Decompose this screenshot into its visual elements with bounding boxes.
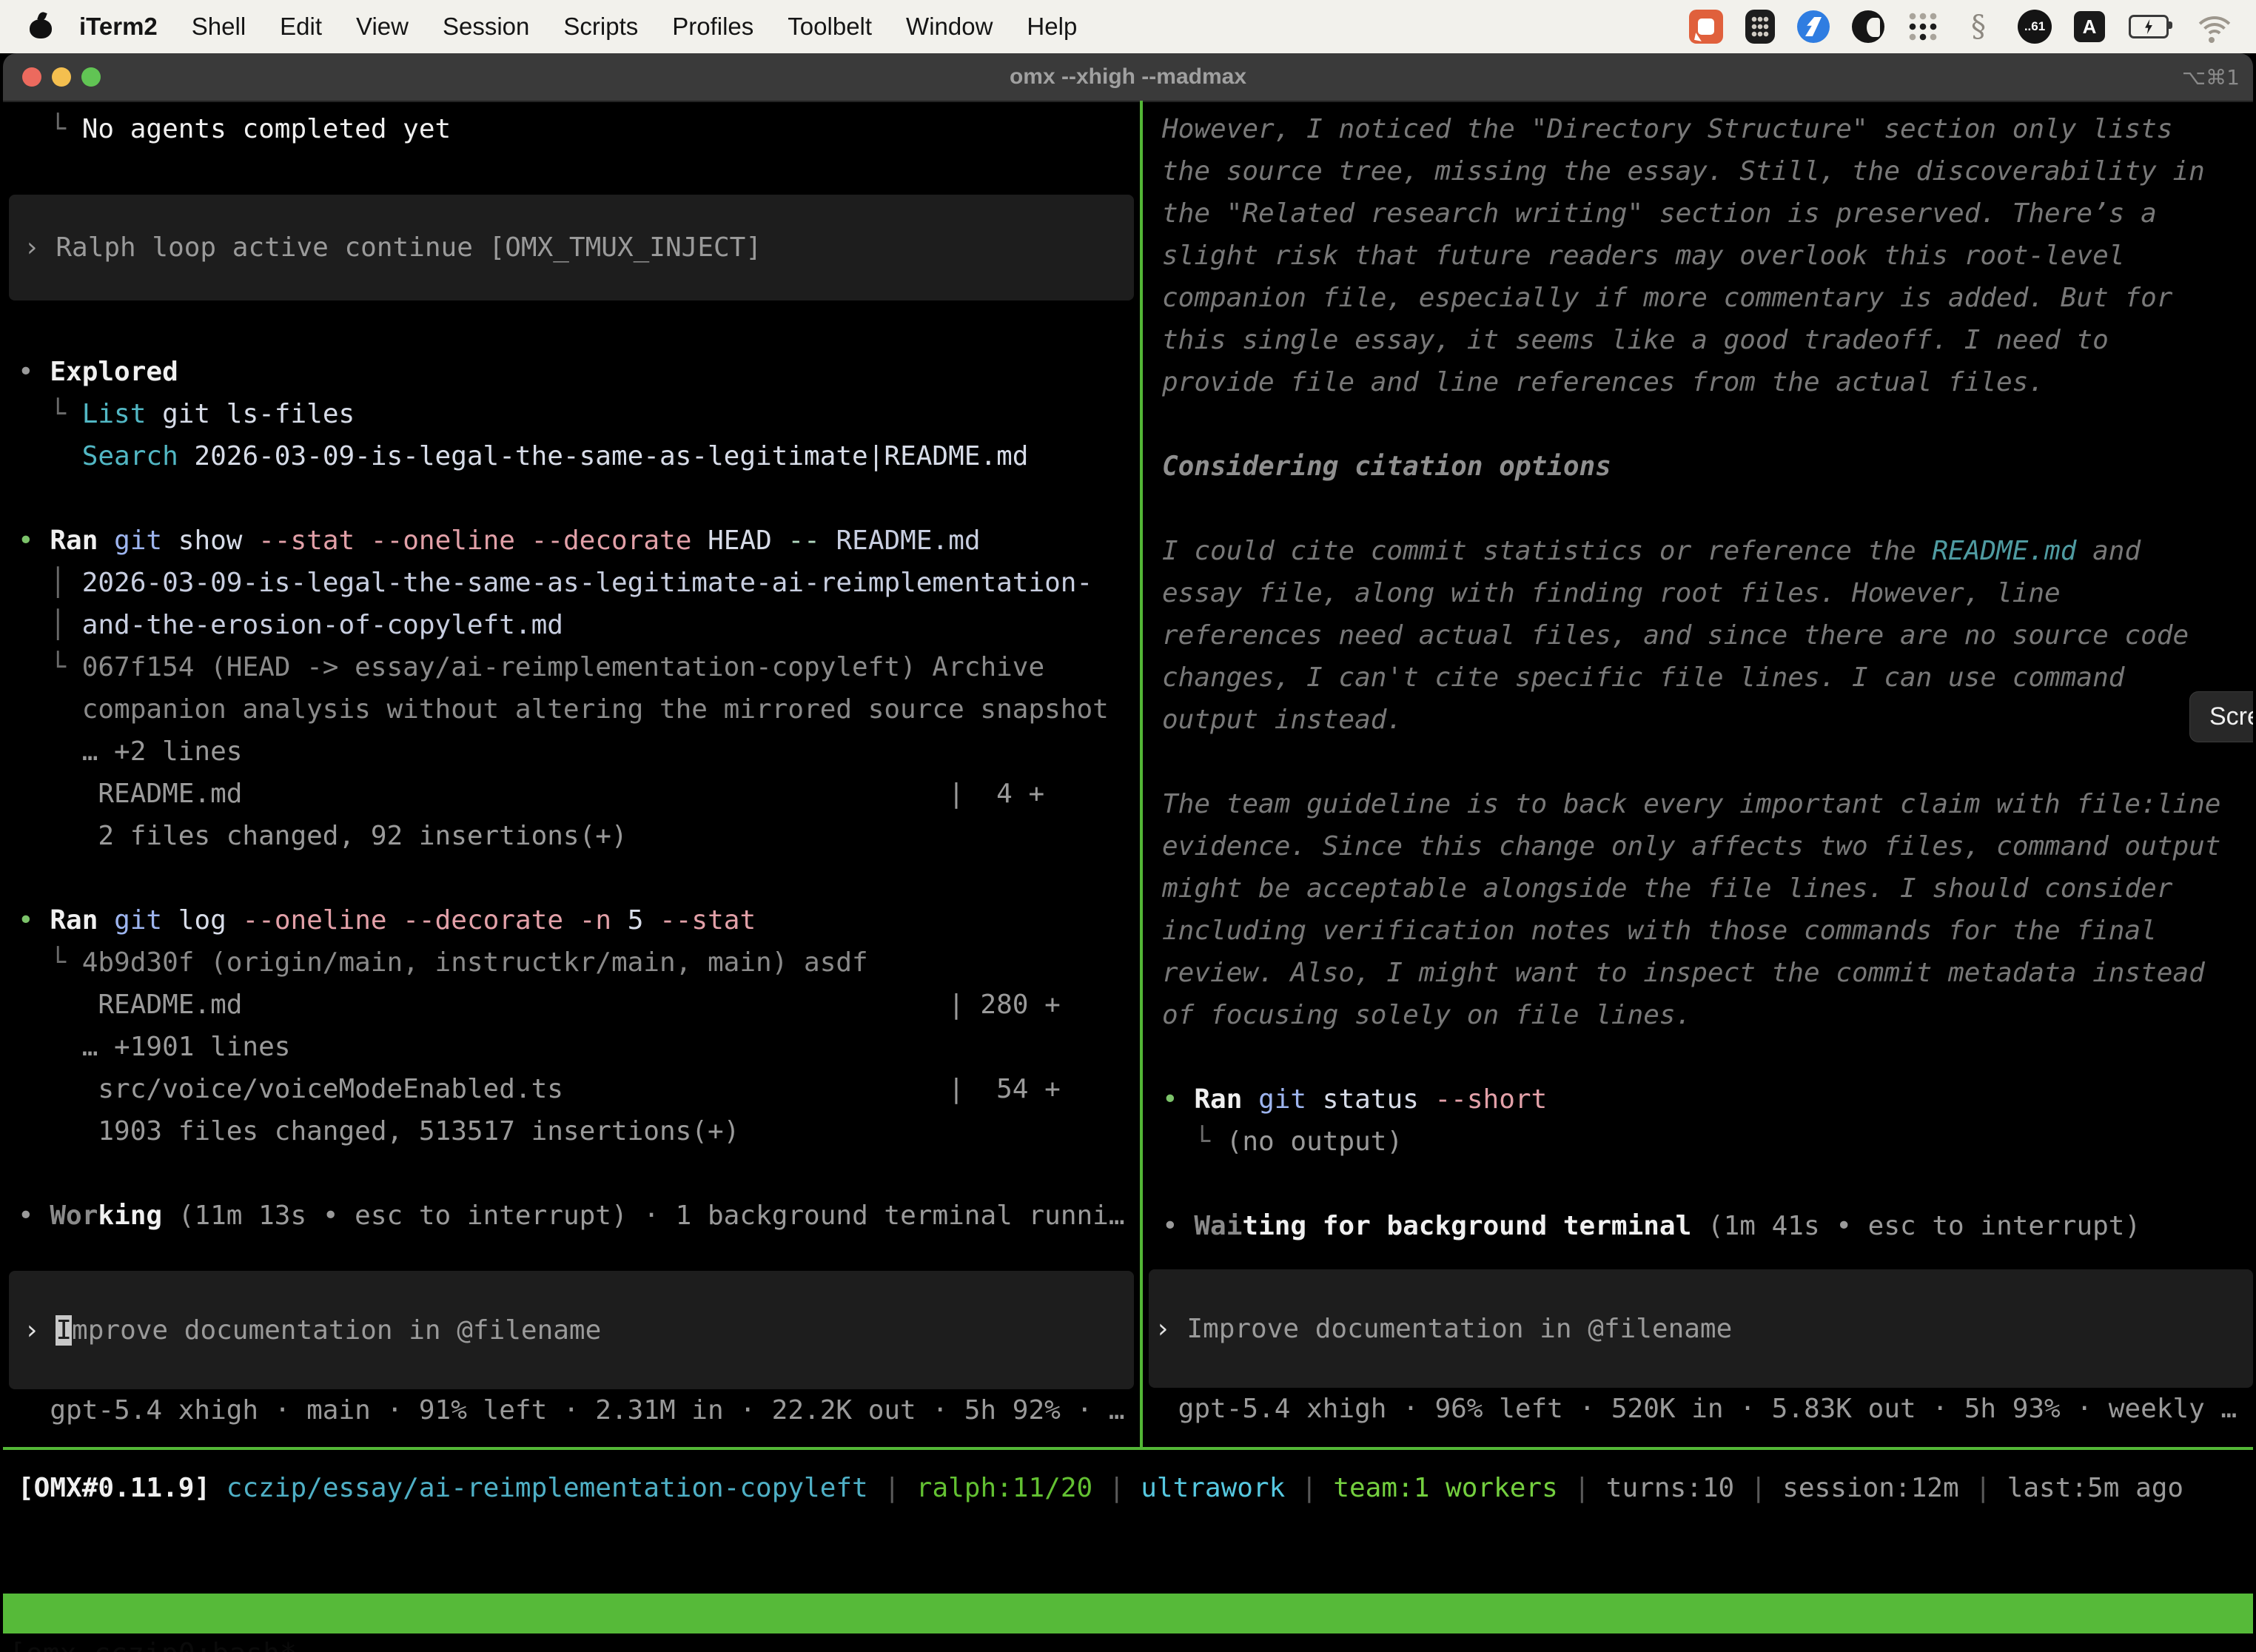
terminal-line: changes, I can't cite specific file line… bbox=[1146, 657, 2253, 699]
prompt-text: › Improve documentation in @filename bbox=[1149, 1308, 1732, 1350]
terminal-line: • Working (11m 13s • esc to interrupt) ·… bbox=[3, 1195, 1140, 1237]
prompt-text: › Ralph loop active continue [OMX_TMUX_I… bbox=[9, 226, 762, 269]
terminal-line: Search 2026-03-09-is-legal-the-same-as-l… bbox=[3, 435, 1140, 477]
tmux-status-bar: [omx-cczip0:bash* "MacBook-Pro-44.local"… bbox=[3, 1594, 2253, 1633]
hexagon-icon[interactable] bbox=[1797, 10, 1830, 43]
terminal-line: evidence. Since this change only affects… bbox=[1146, 825, 2253, 867]
terminal-line: • Ran git show --stat --oneline --decora… bbox=[3, 520, 1140, 562]
terminal-line: including verification notes with those … bbox=[1146, 910, 2253, 952]
terminal-line: the source tree, missing the essay. Stil… bbox=[1146, 150, 2253, 192]
menu-item-session[interactable]: Session bbox=[426, 13, 546, 41]
terminal-line bbox=[1146, 1163, 2253, 1205]
spacer bbox=[3, 300, 1140, 351]
terminal-line: └ No agents completed yet bbox=[3, 108, 1140, 150]
squiggle-icon[interactable]: § bbox=[1961, 10, 1995, 44]
terminal-line: slight risk that future readers may over… bbox=[1146, 235, 2253, 277]
terminal-line bbox=[3, 857, 1140, 899]
terminal-line: essay file, along with finding root file… bbox=[1146, 572, 2253, 614]
terminal-line: • Waiting for background terminal (1m 41… bbox=[1146, 1205, 2253, 1247]
terminal-line: 1903 files changed, 513517 insertions(+) bbox=[3, 1110, 1140, 1152]
terminal-line: … +2 lines bbox=[3, 731, 1140, 773]
terminal-line: • Ran git log --oneline --decorate -n 5 … bbox=[3, 899, 1140, 941]
terminal-line: └ List git ls-files bbox=[3, 393, 1140, 435]
badge-61-icon[interactable]: ..61 bbox=[2018, 10, 2052, 44]
menu-item-edit[interactable]: Edit bbox=[263, 13, 339, 41]
terminal-line: • Explored bbox=[3, 351, 1140, 393]
terminal-line: might be acceptable alongside the file l… bbox=[1146, 867, 2253, 910]
screen-tooltip: Scre bbox=[2189, 691, 2253, 742]
terminal-line: review. Also, I might want to inspect th… bbox=[1146, 952, 2253, 994]
terminal-line bbox=[3, 477, 1140, 520]
pane-bottom-border bbox=[3, 1447, 2253, 1450]
prompt-input[interactable]: › Improve documentation in @filename bbox=[1149, 1269, 2253, 1388]
terminal-line bbox=[1146, 1036, 2253, 1078]
tmux-session-label: [omx-cczip0:bash* bbox=[9, 1633, 297, 1652]
menu-item-shell[interactable]: Shell bbox=[175, 13, 263, 41]
terminal-line: │ and-the-erosion-of-copyleft.md bbox=[3, 604, 1140, 646]
terminal-line: companion analysis without altering the … bbox=[3, 688, 1140, 731]
terminal-line bbox=[1146, 488, 2253, 530]
prompt-input[interactable]: › Ralph loop active continue [OMX_TMUX_I… bbox=[9, 195, 1134, 300]
input-source-icon[interactable]: A bbox=[2074, 11, 2105, 42]
terminal-line: 2 files changed, 92 insertions(+) bbox=[3, 815, 1140, 857]
terminal-line: └ 4b9d30f (origin/main, instructkr/main,… bbox=[3, 941, 1140, 984]
chat-app-icon[interactable] bbox=[1689, 10, 1723, 44]
terminal-line: Considering citation options bbox=[1146, 446, 2253, 488]
menu-items: iTerm2ShellEditViewSessionScriptsProfile… bbox=[0, 13, 1094, 41]
right-terminal-pane[interactable]: However, I noticed the "Directory Struct… bbox=[1146, 101, 2253, 1457]
terminal-line: I could cite commit statistics or refere… bbox=[1146, 530, 2253, 572]
terminal-line bbox=[3, 1152, 1140, 1195]
menu-item-window[interactable]: Window bbox=[889, 13, 1010, 41]
battery-icon[interactable] bbox=[2127, 10, 2170, 44]
wifi-icon[interactable] bbox=[2192, 12, 2231, 41]
terminal-line bbox=[1146, 741, 2253, 783]
spacer bbox=[3, 1237, 1140, 1271]
menu-status-icons: § ..61 A bbox=[1689, 10, 2256, 44]
terminal-line: the "Related research writing" section i… bbox=[1146, 192, 2253, 235]
spacer bbox=[1146, 1247, 2253, 1269]
spacer bbox=[3, 150, 1140, 195]
window-shortcut: ⌥⌘1 bbox=[2182, 65, 2240, 90]
terminal-line: src/voice/voiceModeEnabled.ts | 54 + bbox=[3, 1068, 1140, 1110]
pane-divider[interactable] bbox=[1140, 101, 1143, 1449]
terminal-line: README.md | 280 + bbox=[3, 984, 1140, 1026]
terminal-line: provide file and line references from th… bbox=[1146, 361, 2253, 403]
terminal-line: └ 067f154 (HEAD -> essay/ai-reimplementa… bbox=[3, 646, 1140, 688]
terminal-line: companion file, especially if more comme… bbox=[1146, 277, 2253, 319]
menu-item-help[interactable]: Help bbox=[1010, 13, 1094, 41]
terminal-line: └ (no output) bbox=[1146, 1121, 2253, 1163]
menu-item-iterm2[interactable]: iTerm2 bbox=[62, 13, 175, 41]
menu-item-scripts[interactable]: Scripts bbox=[546, 13, 655, 41]
window-title-bar: omx --xhigh --madmax ⌥⌘1 bbox=[3, 53, 2253, 102]
terminal-line: output instead. bbox=[1146, 699, 2253, 741]
apple-icon[interactable] bbox=[30, 15, 52, 38]
menu-item-toolbelt[interactable]: Toolbelt bbox=[771, 13, 889, 41]
terminal-line: references need actual files, and since … bbox=[1146, 614, 2253, 657]
terminal-line bbox=[1146, 403, 2253, 446]
prompt-input[interactable]: › Improve documentation in @filename bbox=[9, 1271, 1134, 1389]
menu-item-view[interactable]: View bbox=[339, 13, 426, 41]
terminal-line: this single essay, it seems like a good … bbox=[1146, 319, 2253, 361]
left-terminal-pane[interactable]: └ No agents completed yet › Ralph loop ac… bbox=[3, 101, 1140, 1457]
window-title: omx --xhigh --madmax bbox=[3, 64, 2253, 90]
terminal-line: • Ran git status --short bbox=[1146, 1078, 2253, 1121]
terminal-line: … +1901 lines bbox=[3, 1026, 1140, 1068]
dots-grid-icon[interactable] bbox=[1907, 10, 1939, 43]
omx-status-line: [OMX#0.11.9] cczip/essay/ai-reimplementa… bbox=[3, 1467, 2253, 1509]
prompt-text: › Improve documentation in @filename bbox=[9, 1309, 601, 1352]
terminal-line: │ 2026-03-09-is-legal-the-same-as-legiti… bbox=[3, 562, 1140, 604]
terminal-line: The team guideline is to back every impo… bbox=[1146, 783, 2253, 825]
terminal-line: gpt-5.4 xhigh · main · 91% left · 2.31M … bbox=[3, 1389, 1140, 1431]
menu-item-profiles[interactable]: Profiles bbox=[655, 13, 771, 41]
menu-bar: iTerm2ShellEditViewSessionScriptsProfile… bbox=[0, 0, 2256, 53]
terminal-line: However, I noticed the "Directory Struct… bbox=[1146, 108, 2253, 150]
pie-icon[interactable] bbox=[1852, 10, 1884, 43]
terminal-line: gpt-5.4 xhigh · 96% left · 520K in · 5.8… bbox=[1146, 1388, 2253, 1430]
terminal-line: of focusing solely on file lines. bbox=[1146, 994, 2253, 1036]
keyboard-icon[interactable] bbox=[1745, 10, 1775, 44]
terminal-line: README.md | 4 + bbox=[3, 773, 1140, 815]
terminal-window: omx --xhigh --madmax ⌥⌘1 └ No agents com… bbox=[3, 53, 2253, 1652]
